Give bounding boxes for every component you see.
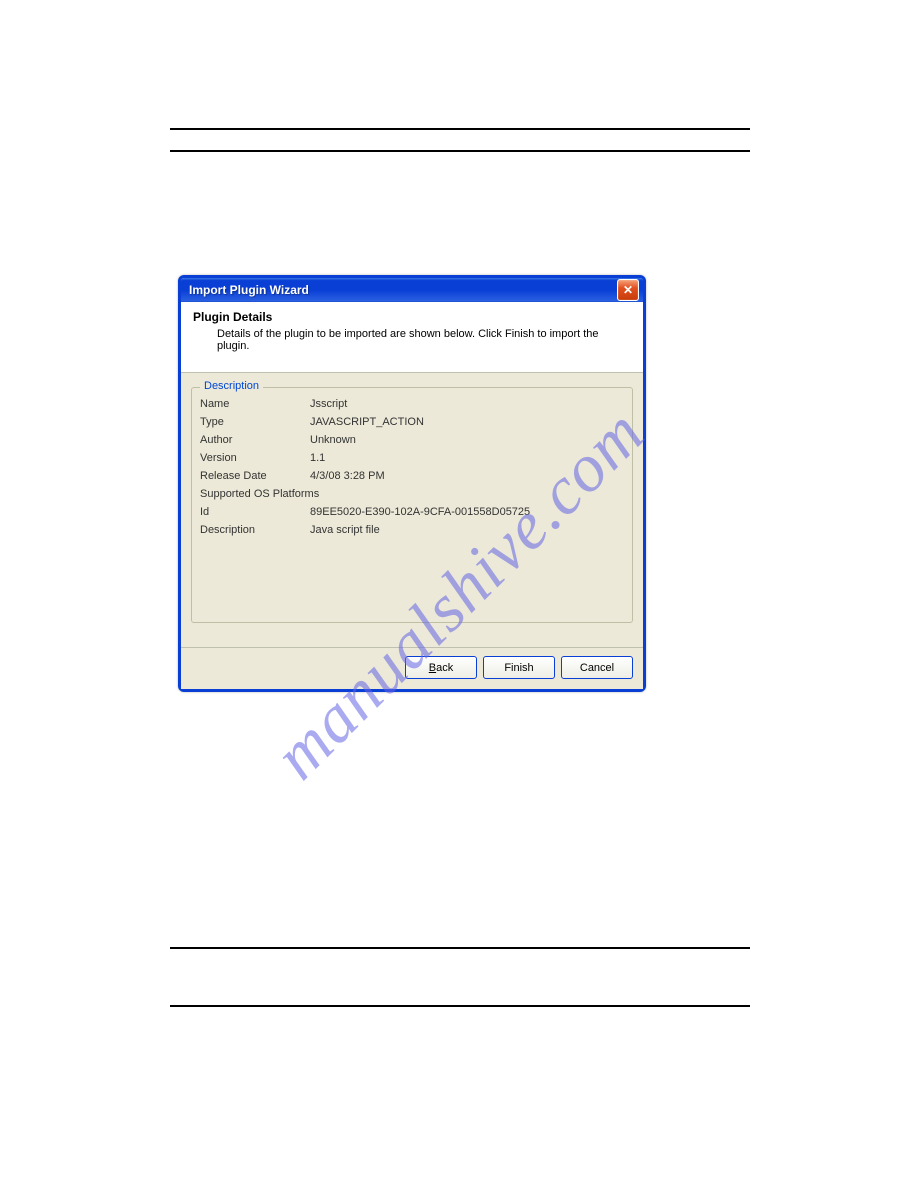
type-label: Type (200, 416, 310, 428)
import-plugin-wizard-dialog: Import Plugin Wizard ✕ Plugin Details De… (178, 275, 646, 692)
finish-button[interactable]: Finish (483, 656, 555, 679)
platforms-value (319, 488, 624, 500)
finish-button-label: Finish (504, 662, 533, 674)
cancel-button-label: Cancel (580, 662, 614, 674)
type-value: JAVASCRIPT_ACTION (310, 416, 624, 428)
field-row-platforms: Supported OS Platforms (200, 488, 624, 500)
back-button-rest: ack (436, 662, 453, 674)
footer-panel: Back Finish Cancel (181, 647, 643, 689)
horizontal-rule (170, 128, 750, 130)
horizontal-rule (170, 947, 750, 949)
horizontal-rule (170, 150, 750, 152)
description-value: Java script file (310, 524, 624, 536)
release-date-value: 4/3/08 3:28 PM (310, 470, 624, 482)
back-button[interactable]: Back (405, 656, 477, 679)
group-legend: Description (200, 380, 263, 392)
header-panel: Plugin Details Details of the plugin to … (181, 302, 643, 373)
close-icon: ✕ (623, 283, 633, 297)
field-row-version: Version 1.1 (200, 452, 624, 464)
cancel-button[interactable]: Cancel (561, 656, 633, 679)
author-value: Unknown (310, 434, 624, 446)
version-value: 1.1 (310, 452, 624, 464)
window-title: Import Plugin Wizard (189, 283, 309, 297)
horizontal-rule (170, 1005, 750, 1007)
name-value: Jsscript (310, 398, 624, 410)
titlebar: Import Plugin Wizard ✕ (181, 278, 643, 302)
field-row-type: Type JAVASCRIPT_ACTION (200, 416, 624, 428)
platforms-label: Supported OS Platforms (200, 488, 319, 500)
page-title: Plugin Details (193, 310, 631, 324)
field-row-author: Author Unknown (200, 434, 624, 446)
page-subtitle: Details of the plugin to be imported are… (193, 328, 631, 352)
field-row-id: Id 89EE5020-E390-102A-9CFA-001558D05725 (200, 506, 624, 518)
id-value: 89EE5020-E390-102A-9CFA-001558D05725 (310, 506, 624, 518)
version-label: Version (200, 452, 310, 464)
description-label: Description (200, 524, 310, 536)
field-row-name: Name Jsscript (200, 398, 624, 410)
release-date-label: Release Date (200, 470, 310, 482)
close-button[interactable]: ✕ (617, 279, 639, 301)
field-row-release-date: Release Date 4/3/08 3:28 PM (200, 470, 624, 482)
body-panel: Description Name Jsscript Type JAVASCRIP… (181, 373, 643, 647)
field-row-description: Description Java script file (200, 524, 624, 536)
description-group: Description Name Jsscript Type JAVASCRIP… (191, 387, 633, 623)
author-label: Author (200, 434, 310, 446)
name-label: Name (200, 398, 310, 410)
id-label: Id (200, 506, 310, 518)
